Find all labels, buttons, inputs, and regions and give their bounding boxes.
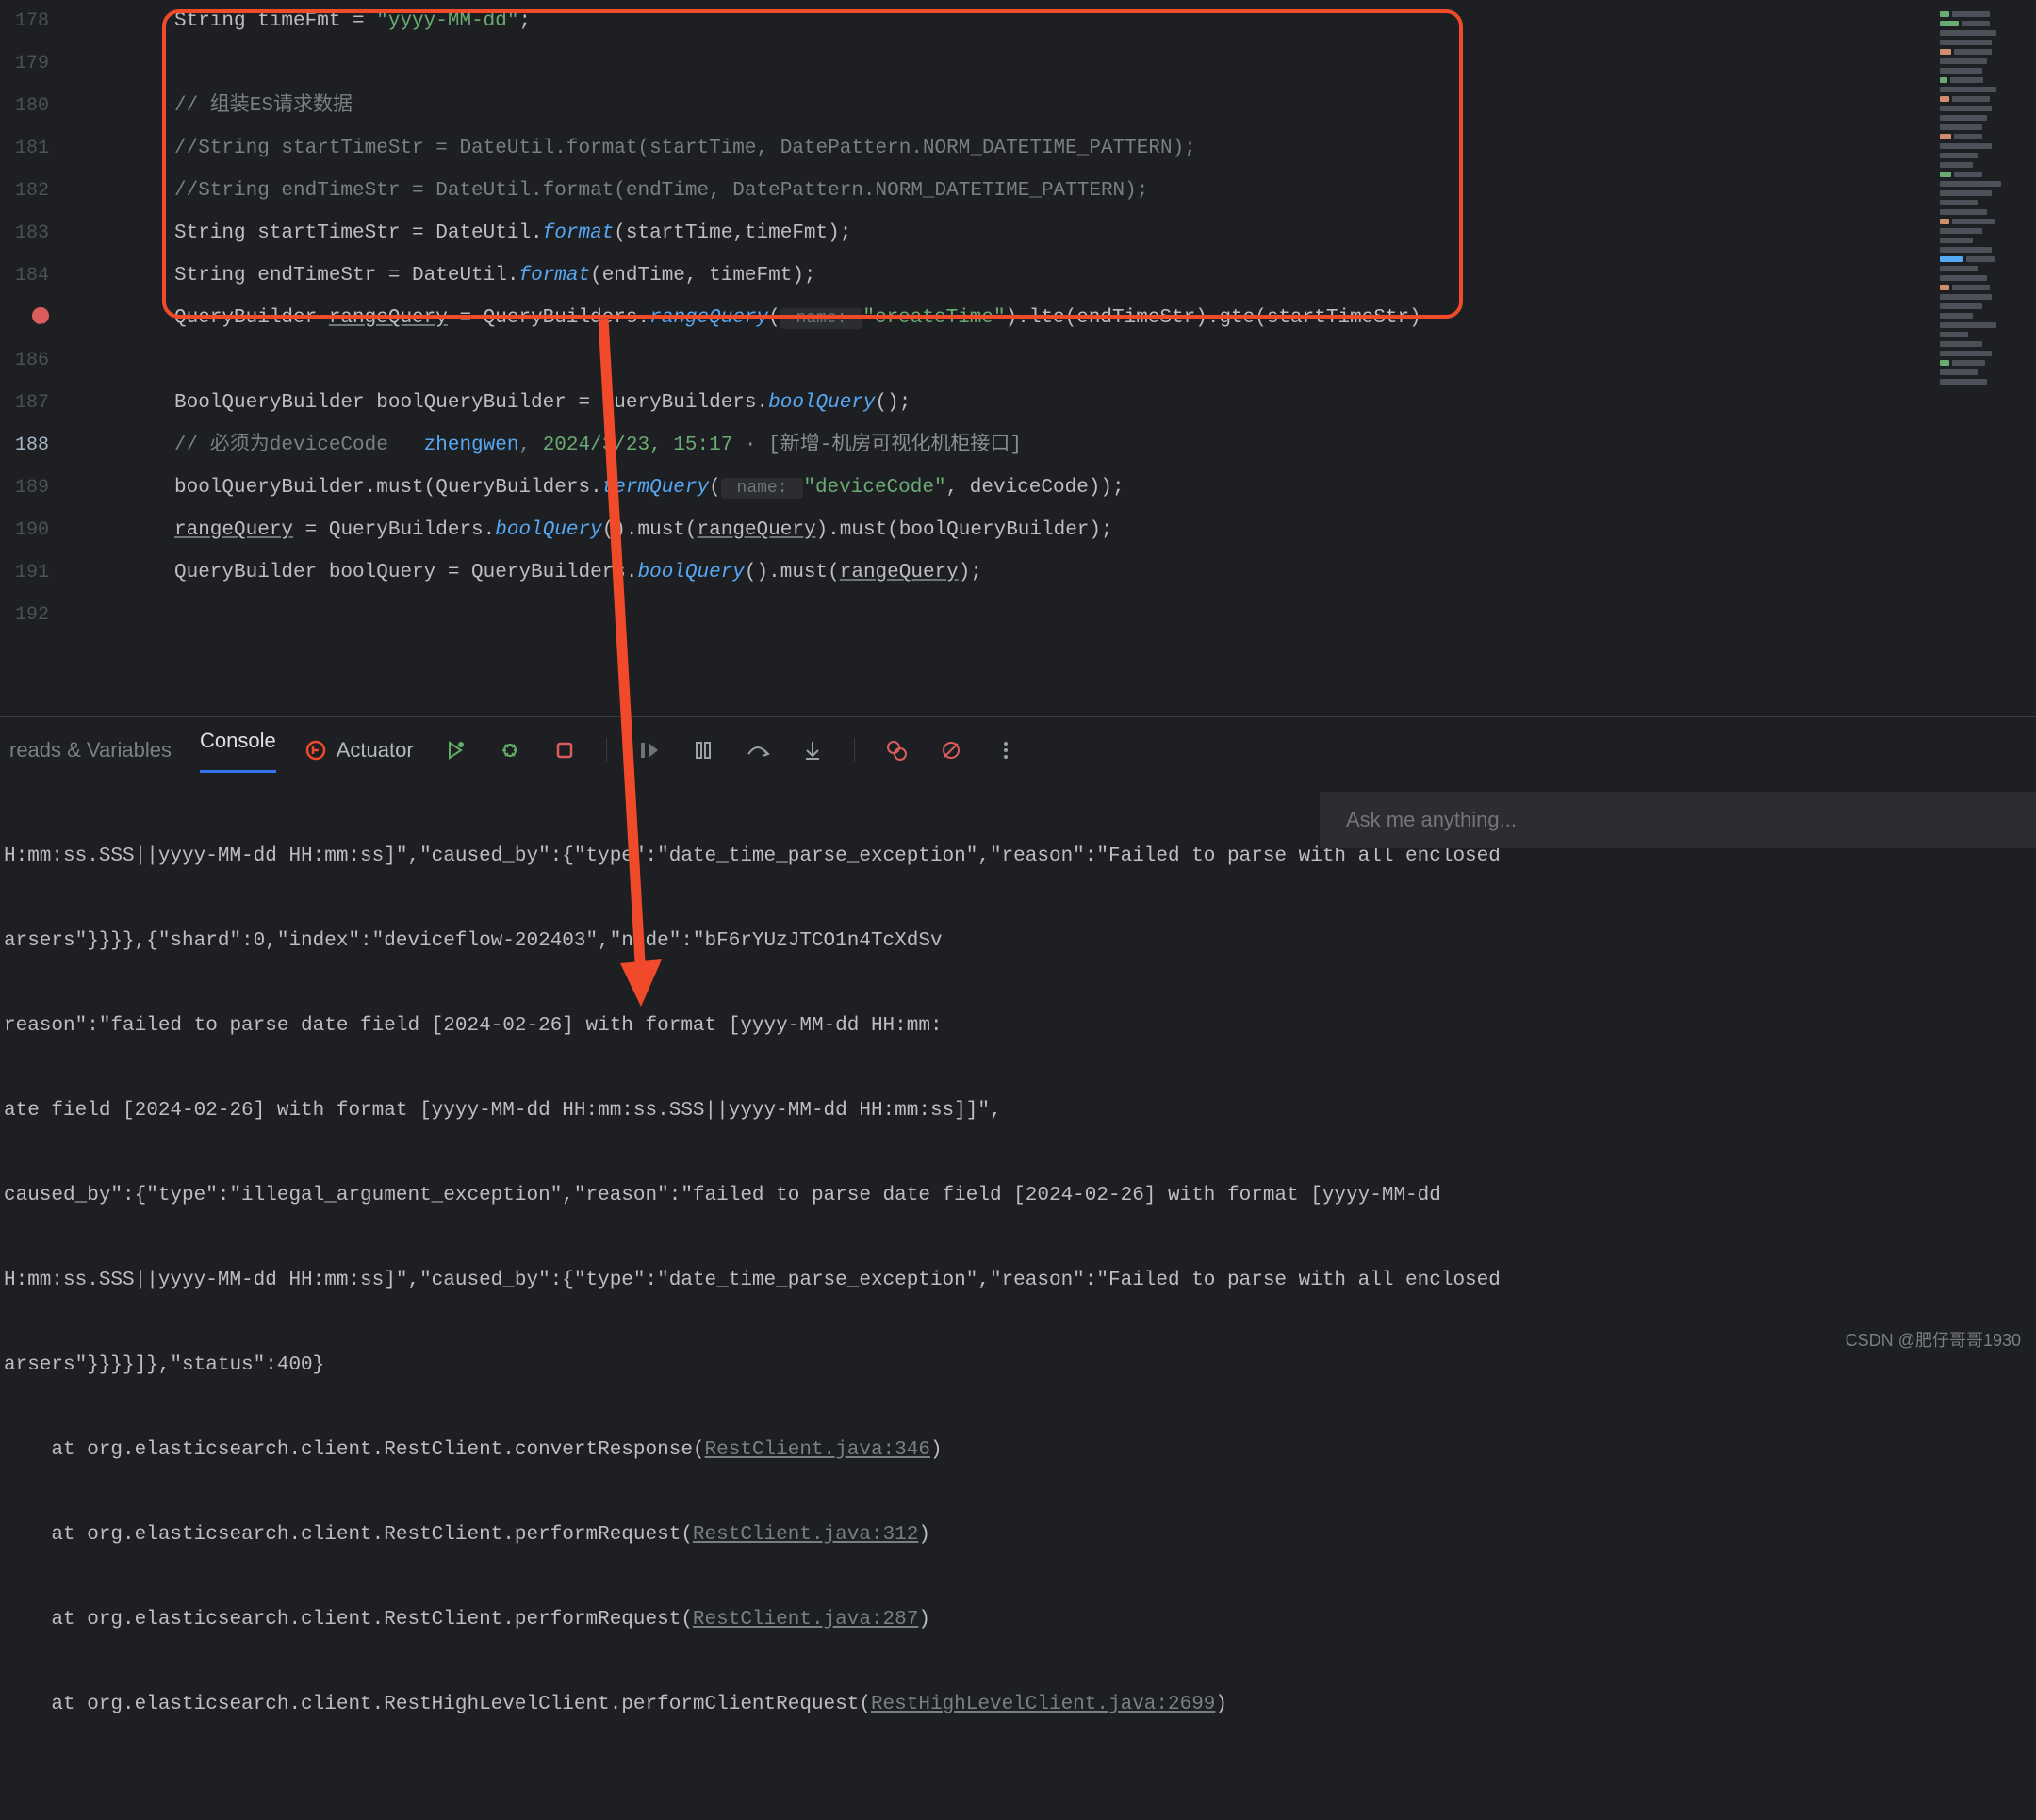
debug-button[interactable]	[497, 737, 523, 763]
line-number: 183	[0, 212, 49, 254]
console-line: arsers"}}}},{"shard":0,"index":"devicefl…	[4, 920, 2032, 962]
stacktrace-link[interactable]: RestClient.java:312	[693, 1524, 918, 1546]
console-line: reason":"failed to parse date field [202…	[4, 1005, 2032, 1047]
line-number: 187	[0, 382, 49, 424]
separator	[854, 738, 855, 762]
actuator-icon	[304, 739, 327, 762]
console-line: at org.elasticsearch.client.RestClient.p…	[4, 1599, 2032, 1641]
console-line: arsers"}}}}]},"status":400}	[4, 1344, 2032, 1386]
view-breakpoints-button[interactable]	[883, 737, 910, 763]
line-number: 190	[0, 509, 49, 551]
debug-toolbar: reads & Variables Console Actuator	[0, 717, 2036, 783]
debug-tool-panel: reads & Variables Console Actuator H:mm:…	[0, 716, 2036, 1820]
line-number: 178	[0, 0, 49, 42]
console-line: ate field [2024-02-26] with format [yyyy…	[4, 1090, 2032, 1132]
tab-console[interactable]: Console	[200, 729, 276, 773]
stacktrace-link[interactable]: RestClient.java:346	[705, 1439, 930, 1461]
console-output[interactable]: H:mm:ss.SSS||yyyy-MM-dd HH:mm:ss]","caus…	[0, 783, 2036, 1820]
code-editor[interactable]: 178 179 180 181 182 183 184 186 187 188 …	[0, 0, 2036, 716]
parameter-hint: name:	[721, 478, 804, 499]
tab-threads-variables[interactable]: reads & Variables	[9, 738, 172, 762]
separator	[606, 738, 607, 762]
console-line: caused_by":{"type":"illegal_argument_exc…	[4, 1174, 2032, 1217]
stacktrace-link[interactable]: RestHighLevelClient.java:2699	[871, 1694, 1215, 1715]
search-input[interactable]	[1320, 792, 2036, 848]
line-number: 181	[0, 127, 49, 170]
code-area[interactable]: String timeFmt = "yyyy-MM-dd"; // 组装ES请求…	[66, 0, 2036, 716]
stacktrace-link[interactable]: RestClient.java:287	[693, 1609, 918, 1631]
rerun-button[interactable]	[442, 737, 468, 763]
line-number: 192	[0, 594, 49, 636]
breakpoint-marker[interactable]	[0, 297, 49, 339]
console-line: at org.elasticsearch.client.RestClient.c…	[4, 1429, 2032, 1471]
console-line: H:mm:ss.SSS||yyyy-MM-dd HH:mm:ss]","caus…	[4, 1259, 2032, 1302]
line-number: 188	[0, 424, 49, 467]
more-icon[interactable]	[993, 737, 1019, 763]
actuator-button[interactable]: Actuator	[304, 738, 414, 762]
line-number: 189	[0, 467, 49, 509]
resume-button[interactable]	[635, 737, 662, 763]
line-number-gutter: 178 179 180 181 182 183 184 186 187 188 …	[0, 0, 66, 716]
watermark: CSDN @肥仔哥哥1930	[1846, 1327, 2021, 1352]
step-over-button[interactable]	[745, 737, 771, 763]
line-number: 182	[0, 170, 49, 212]
line-number: 180	[0, 85, 49, 127]
stop-button[interactable]	[551, 737, 578, 763]
step-into-button[interactable]	[799, 737, 826, 763]
git-blame-date: 2024/3/23, 15:17	[543, 435, 733, 456]
git-blame-author: zhengwen	[424, 435, 519, 456]
line-number: 179	[0, 42, 49, 85]
minimap[interactable]	[1932, 0, 2036, 716]
line-number: 184	[0, 254, 49, 297]
git-blame-message: [新增-机房可视化机柜接口]	[768, 435, 1022, 456]
line-number: 191	[0, 551, 49, 594]
mute-breakpoints-button[interactable]	[938, 737, 964, 763]
console-line: at org.elasticsearch.client.RestClient.p…	[4, 1514, 2032, 1556]
parameter-hint: name:	[780, 308, 863, 329]
console-line: at org.elasticsearch.client.RestHighLeve…	[4, 1683, 2032, 1726]
pause-button[interactable]	[690, 737, 716, 763]
